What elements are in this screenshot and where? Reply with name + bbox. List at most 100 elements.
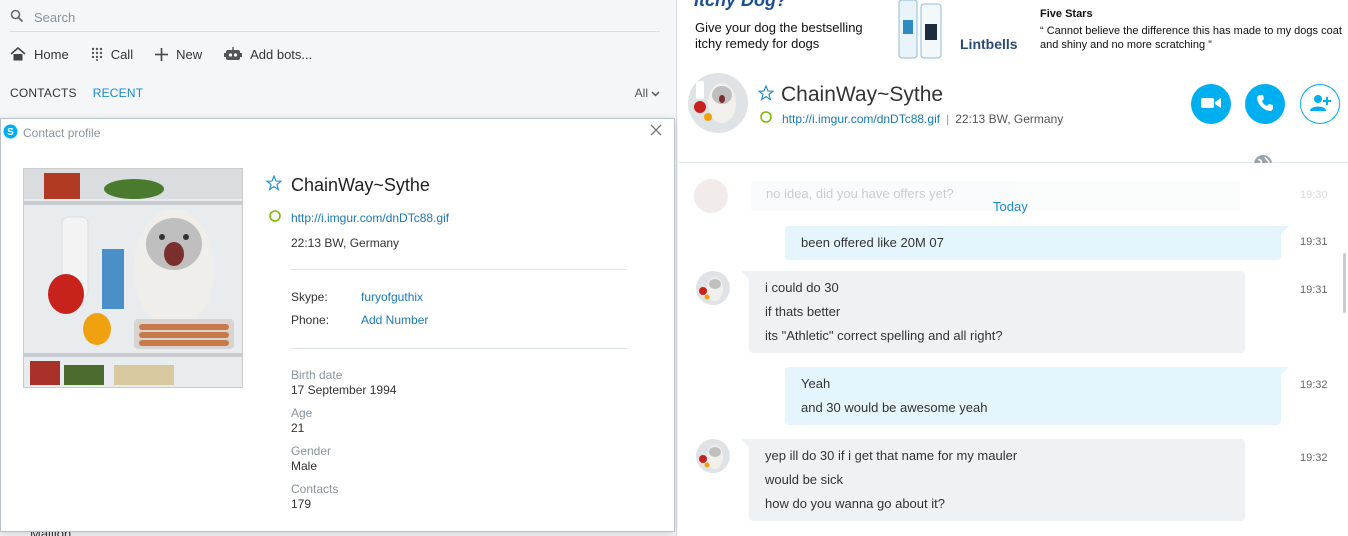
search-input[interactable]: Search — [34, 10, 75, 25]
online-status-icon — [269, 210, 281, 225]
phone-label: Phone: — [291, 313, 330, 327]
phone-row: Phone: Add Number — [291, 313, 428, 327]
avatar[interactable] — [696, 439, 730, 473]
gender-field: Gender Male — [291, 444, 331, 473]
avatar[interactable] — [688, 73, 748, 133]
add-contact-icon — [1309, 94, 1331, 115]
ad-quote-text: Cannot believe the difference this has m… — [1040, 25, 1342, 51]
separator: | — [946, 111, 950, 126]
bot-icon — [224, 46, 243, 62]
call-button[interactable]: Call — [91, 47, 133, 62]
message-line: its "Athletic" correct spelling and all … — [765, 328, 1003, 343]
ad-banner[interactable]: Itchy Dog? Give your dog the bestselling… — [678, 0, 1348, 63]
chat-location: 22:13 BW, Germany — [955, 111, 1064, 126]
message-line: Yeah — [801, 376, 831, 391]
dialog-title-bar: S Contact profile — [3, 124, 100, 142]
home-icon — [10, 47, 26, 61]
contact-tabs: CONTACTS RECENT — [10, 86, 143, 100]
tab-contacts[interactable]: CONTACTS — [10, 86, 77, 100]
video-call-button[interactable] — [1191, 84, 1231, 124]
contact-profile-dialog: S Contact profile ChainWay~Sythe http://… — [0, 118, 675, 532]
home-label: Home — [34, 46, 69, 62]
message-time: 19:31 — [1300, 284, 1328, 296]
chat-header: ChainWay~Sythe http://i.imgur.com/dnDTc8… — [678, 63, 1348, 174]
add-people-button[interactable] — [1300, 84, 1340, 124]
profile-photo — [23, 168, 243, 388]
avatar[interactable] — [696, 271, 730, 305]
video-camera-icon — [1201, 96, 1221, 113]
call-label: Call — [110, 46, 134, 62]
skype-logo-icon: S — [3, 124, 18, 142]
age-value: 21 — [291, 421, 305, 435]
birth-date-label: Birth date — [291, 368, 343, 382]
profile-mood-link[interactable]: http://i.imgur.com/dnDTc88.gif — [291, 211, 449, 225]
contacts-field: Contacts 179 — [291, 482, 338, 511]
skype-name-link[interactable]: furyofguthix — [361, 290, 423, 304]
ad-stars: Five Stars — [1040, 8, 1093, 20]
contacts-label: Contacts — [291, 482, 339, 496]
message-time: 19:31 — [1300, 236, 1328, 248]
message-bubble[interactable]: Yeah and 30 would be awesome yeah — [785, 367, 1289, 425]
dialpad-icon — [91, 47, 103, 61]
chevron-down-icon — [651, 86, 660, 100]
ad-brand: Lintbells — [960, 36, 1018, 52]
favorite-star-icon[interactable] — [265, 174, 283, 196]
plus-icon — [155, 47, 169, 61]
svg-text:S: S — [7, 127, 14, 138]
new-label: New — [176, 46, 203, 62]
message-bubble[interactable]: i could do 30 if thats better its "Athle… — [741, 271, 1245, 353]
ad-product-image — [895, 0, 947, 60]
profile-name: ChainWay~Sythe — [291, 175, 430, 195]
ad-text: Give your dog the bestselling itchy reme… — [695, 20, 863, 51]
scrollbar[interactable] — [1343, 253, 1346, 313]
message-line: how do you wanna go about it? — [765, 496, 945, 511]
message-line: if thats better — [765, 304, 841, 319]
profile-name-row: ChainWay~Sythe — [265, 174, 430, 196]
chat-contact-name[interactable]: ChainWay~Sythe — [781, 83, 943, 107]
birth-date-field: Birth date 17 September 1994 — [291, 368, 396, 397]
add-bots-label: Add bots... — [250, 46, 313, 62]
age-field: Age 21 — [291, 406, 312, 435]
dialog-title: Contact profile — [23, 126, 101, 140]
gender-label: Gender — [291, 444, 332, 458]
conversation: no idea, did you have offers yet? 19:30 … — [678, 163, 1348, 536]
chat-sub-row: http://i.imgur.com/dnDTc88.gif | 22:13 B… — [760, 111, 1063, 126]
message-line: i could do 30 — [765, 280, 839, 295]
contacts-value: 179 — [291, 497, 312, 511]
day-separator: Today — [993, 199, 1028, 214]
search-icon — [10, 9, 24, 26]
message-line: would be sick — [765, 472, 844, 487]
tab-recent[interactable]: RECENT — [93, 86, 144, 100]
chat-name-row: ChainWay~Sythe — [757, 83, 943, 107]
add-number-link[interactable]: Add Number — [361, 313, 428, 327]
faded-message-time: 19:30 — [1300, 189, 1328, 201]
filter-dropdown[interactable]: All — [635, 86, 660, 100]
message-bubble[interactable]: been offered like 20M 07 — [785, 226, 1289, 260]
online-status-icon — [760, 111, 772, 126]
message-line: yep ill do 30 if i get that name for my … — [765, 448, 1018, 463]
profile-location: 22:13 BW, Germany — [291, 236, 400, 250]
phone-icon — [1256, 94, 1274, 115]
ad-headline: Itchy Dog? — [694, 0, 787, 10]
search-bar[interactable]: Search — [10, 4, 660, 32]
message-line: been offered like 20M 07 — [801, 235, 944, 250]
add-bots-button[interactable]: Add bots... — [224, 46, 313, 62]
favorite-star-icon[interactable] — [757, 83, 775, 107]
close-button[interactable] — [650, 124, 664, 138]
ad-brand-label: Lintbells — [960, 36, 1018, 52]
message-time: 19:32 — [1300, 452, 1328, 464]
new-button[interactable]: New — [155, 47, 202, 62]
profile-mood-row: http://i.imgur.com/dnDTc88.gif — [269, 210, 449, 225]
birth-date-value: 17 September 1994 — [291, 383, 397, 397]
close-icon — [650, 124, 662, 139]
ad-quote: “ Cannot believe the difference this has… — [1040, 25, 1342, 51]
skype-row: Skype: furyofguthix — [291, 290, 423, 304]
chat-mood-link[interactable]: http://i.imgur.com/dnDTc88.gif — [782, 112, 940, 126]
message-bubble[interactable]: yep ill do 30 if i get that name for my … — [741, 439, 1245, 521]
divider — [291, 269, 627, 270]
home-button[interactable]: Home — [10, 47, 69, 62]
gender-value: Male — [291, 459, 318, 473]
audio-call-button[interactable] — [1245, 84, 1285, 124]
message-time: 19:32 — [1300, 379, 1328, 391]
divider — [291, 348, 627, 349]
